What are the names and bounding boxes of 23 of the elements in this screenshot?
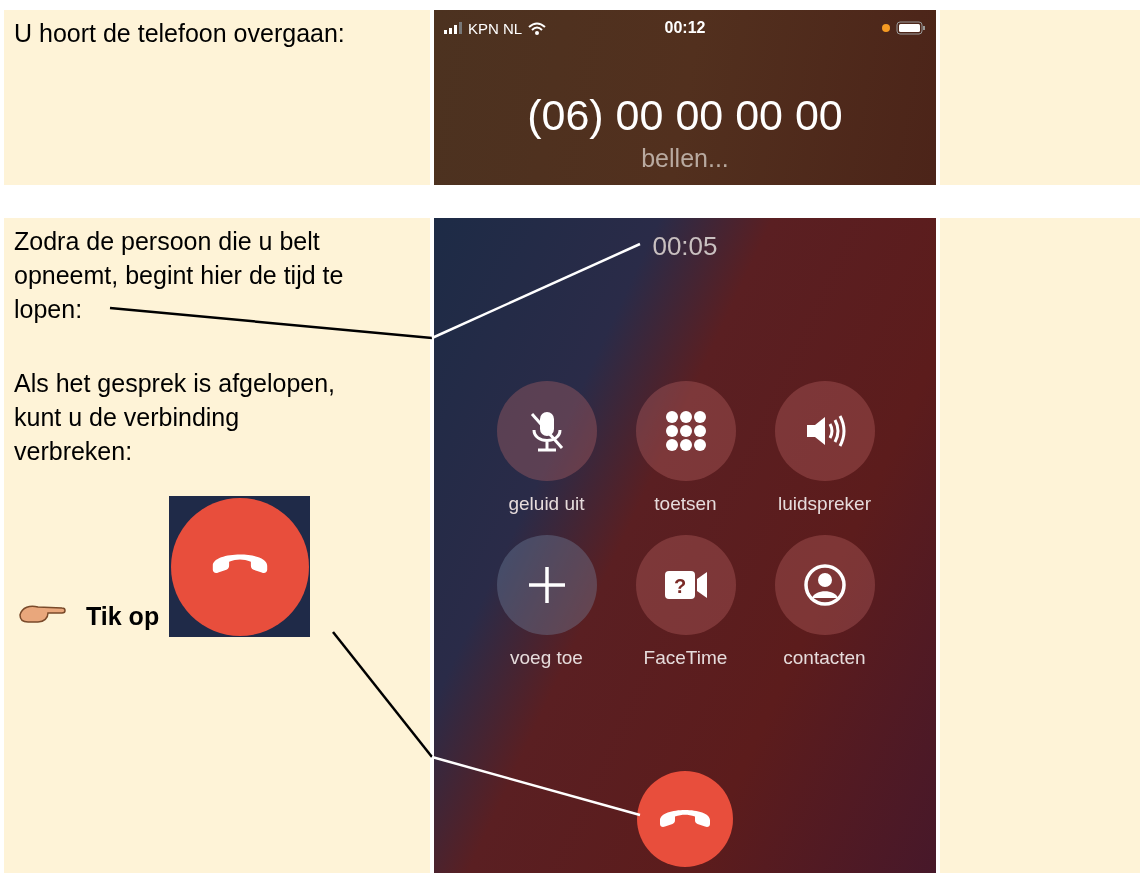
- call-option-button[interactable]: ?: [635, 535, 736, 635]
- keypad-icon: [663, 409, 708, 453]
- call-status: bellen...: [640, 144, 730, 173]
- call-timer: 00:05: [651, 231, 719, 261]
- button-label: FaceTime: [643, 647, 728, 669]
- indicator-dot-icon: [882, 24, 890, 32]
- button-label: voeg toe: [510, 647, 583, 669]
- instruction-text: U hoort de telefoon overgaan:: [14, 18, 345, 49]
- button-label: toetsen: [654, 493, 717, 515]
- instruction-text: Als het gesprek is afgelopen, kunt u de verbinding verbreken:: [14, 368, 336, 467]
- signal-icon: [444, 22, 462, 34]
- carrier-name: KPN NL: [468, 19, 523, 37]
- clock-time: 00:12: [664, 19, 706, 37]
- end-call-icon: [660, 809, 710, 829]
- person-circle-icon: [802, 563, 847, 607]
- wifi-icon: [528, 21, 547, 35]
- button-label: luidspreker: [778, 493, 871, 515]
- instruction-text: Zodra de persoon die u belt opneemt, begint hier de tijd te lopen:: [14, 226, 344, 325]
- instruction-text: Tik op: [86, 602, 160, 631]
- phone-number: (06) 00 00 00 00: [526, 90, 844, 140]
- button-label: geluid uit: [508, 493, 585, 515]
- button-label: contacten: [783, 647, 866, 669]
- battery-icon: [896, 21, 926, 35]
